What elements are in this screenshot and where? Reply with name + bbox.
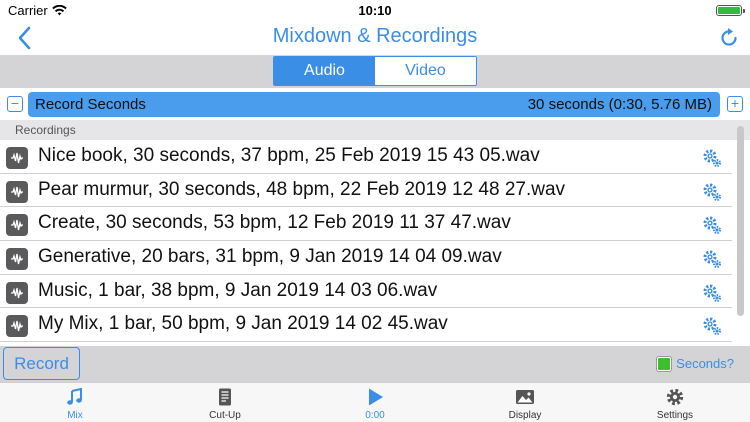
tab-label: Settings <box>656 410 694 421</box>
section-header: Recordings <box>0 120 750 140</box>
list-item[interactable]: Create, 30 seconds, 53 bpm, 12 Feb 2019 … <box>0 207 732 242</box>
refresh-icon[interactable] <box>718 27 740 49</box>
status-time: 10:10 <box>358 3 392 18</box>
scrollbar[interactable] <box>737 126 744 316</box>
tab-mix[interactable]: Mix <box>0 383 150 422</box>
tab-label: Display <box>508 410 542 421</box>
recording-name: My Mix, 1 bar, 50 bpm, 9 Jan 2019 14 02 … <box>38 313 448 335</box>
recording-name: Pear murmur, 30 seconds, 48 bpm, 22 Feb … <box>38 178 566 200</box>
tab-bar: Mix Cut-Up 0:00 Display Settings <box>0 382 750 422</box>
status-bar: Carrier 10:10 <box>0 0 750 20</box>
gear-icon[interactable] <box>702 316 722 336</box>
audio-video-segmented-control: Audio Video <box>273 56 477 86</box>
page-title: Mixdown & Recordings <box>272 25 478 47</box>
waveform-icon <box>6 248 28 271</box>
image-icon <box>516 390 534 404</box>
recording-name: Generative, 20 bars, 31 bpm, 9 Jan 2019 … <box>38 246 502 268</box>
recording-name: Nice book, 30 seconds, 37 bpm, 25 Feb 20… <box>38 145 540 166</box>
gear-icon[interactable] <box>702 249 722 269</box>
seconds-toggle[interactable]: Seconds? <box>657 356 734 371</box>
list-item[interactable]: Music, 1 bar, 38 bpm, 9 Jan 2019 14 03 0… <box>0 274 732 309</box>
recording-name: Music, 1 bar, 38 bpm, 9 Jan 2019 14 03 0… <box>38 279 438 301</box>
section-title: Recordings <box>15 123 76 137</box>
decrease-seconds-button[interactable]: − <box>7 96 23 112</box>
tab-cut-up[interactable]: Cut-Up <box>150 383 300 422</box>
gear-icon <box>666 388 684 406</box>
segment-bar: Audio Video <box>0 55 750 88</box>
record-seconds-label: Record Seconds <box>35 96 146 113</box>
seconds-toggle-label: Seconds? <box>676 356 734 371</box>
waveform-icon <box>6 315 28 338</box>
list-item[interactable]: My Mix, 1 bar, 50 bpm, 9 Jan 2019 14 02 … <box>0 308 732 343</box>
list-item[interactable]: Nice book, 30 seconds, 37 bpm, 25 Feb 20… <box>0 140 732 174</box>
record-seconds-slider[interactable]: Record Seconds 30 seconds (0:30, 5.76 MB… <box>28 92 720 117</box>
waveform-icon <box>6 214 28 237</box>
recording-name: Create, 30 seconds, 53 bpm, 12 Feb 2019 … <box>38 212 511 234</box>
tab-display[interactable]: Display <box>450 383 600 422</box>
tab-label: Cut-Up <box>209 410 241 421</box>
tab-settings[interactable]: Settings <box>600 383 750 422</box>
record-button[interactable]: Record <box>3 347 80 380</box>
music-note-icon <box>67 387 82 405</box>
action-bar: Record Seconds? <box>0 346 750 382</box>
battery-icon <box>716 5 745 16</box>
list-item[interactable]: Pear murmur, 30 seconds, 48 bpm, 22 Feb … <box>0 173 732 208</box>
seconds-checkbox[interactable] <box>657 356 672 371</box>
segment-audio[interactable]: Audio <box>274 57 375 85</box>
gear-icon[interactable] <box>702 215 722 235</box>
list-item[interactable]: Generative, 20 bars, 31 bpm, 9 Jan 2019 … <box>0 241 732 275</box>
tab-play[interactable]: 0:00 <box>300 383 450 422</box>
recordings-list: Nice book, 30 seconds, 37 bpm, 25 Feb 20… <box>0 140 732 343</box>
tab-label: Mix <box>67 410 83 421</box>
gear-icon[interactable] <box>702 148 722 168</box>
gear-icon[interactable] <box>702 182 722 202</box>
nav-bar: Mixdown & Recordings <box>0 20 750 55</box>
play-icon <box>369 388 383 406</box>
gear-icon[interactable] <box>702 283 722 303</box>
tab-label: 0:00 <box>365 410 385 421</box>
document-icon <box>219 388 231 406</box>
segment-video[interactable]: Video <box>375 57 476 85</box>
record-seconds-value: 30 seconds (0:30, 5.76 MB) <box>527 96 712 113</box>
waveform-icon <box>6 180 28 203</box>
waveform-icon <box>6 147 28 169</box>
waveform-icon <box>6 281 28 304</box>
increase-seconds-button[interactable]: + <box>727 96 743 112</box>
record-seconds-row: − Record Seconds 30 seconds (0:30, 5.76 … <box>0 88 750 120</box>
